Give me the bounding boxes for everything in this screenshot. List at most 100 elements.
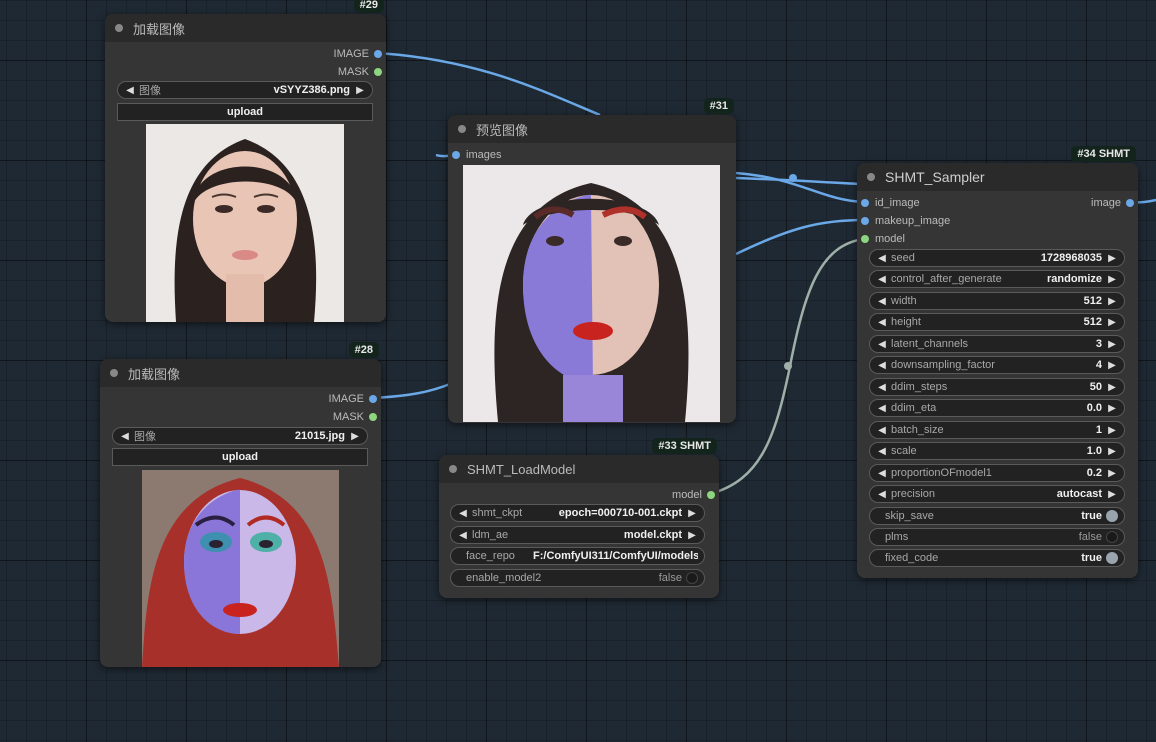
collapse-dot-icon[interactable] — [449, 465, 457, 473]
node-title-bar[interactable]: 加载图像 — [100, 359, 381, 387]
batch-size-widget[interactable]: ◀ batch_size 1 ▶ — [869, 421, 1125, 439]
arrow-left-icon[interactable]: ◀ — [457, 508, 469, 519]
image-combo-widget[interactable]: ◀ 图像 21015.jpg ▶ — [112, 427, 368, 445]
arrow-right-icon[interactable]: ▶ — [1106, 296, 1118, 307]
slot-dot-icon[interactable] — [861, 199, 869, 207]
toggle-knob-icon[interactable] — [1106, 552, 1118, 564]
ldm-ae-widget[interactable]: ◀ ldm_ae model.ckpt ▶ — [450, 526, 705, 544]
toggle-knob-icon[interactable] — [1106, 531, 1118, 543]
latent-channels-widget[interactable]: ◀ latent_channels 3 ▶ — [869, 335, 1125, 353]
slot-dot-icon[interactable] — [861, 235, 869, 243]
slot-dot-icon[interactable] — [374, 68, 382, 76]
widget-value: F:/ComfyUI311/ComfyUI/models/S — [533, 550, 698, 562]
arrow-right-icon[interactable]: ▶ — [686, 508, 698, 519]
seed-widget[interactable]: ◀ seed 1728968035 ▶ — [869, 249, 1125, 267]
ddim-eta-widget[interactable]: ◀ ddim_eta 0.0 ▶ — [869, 399, 1125, 417]
arrow-right-icon[interactable]: ▶ — [1106, 468, 1118, 479]
node-title-bar[interactable]: SHMT_LoadModel — [439, 455, 719, 483]
shmt-ckpt-widget[interactable]: ◀ shmt_ckpt epoch=000710-001.ckpt ▶ — [450, 504, 705, 522]
arrow-right-icon[interactable]: ▶ — [354, 85, 366, 96]
scale-widget[interactable]: ◀ scale 1.0 ▶ — [869, 442, 1125, 460]
node-title: 加载图像 — [133, 21, 186, 37]
arrow-left-icon[interactable]: ◀ — [876, 425, 888, 436]
output-slot-mask[interactable]: MASK — [338, 65, 382, 79]
width-widget[interactable]: ◀ width 512 ▶ — [869, 292, 1125, 310]
height-widget[interactable]: ◀ height 512 ▶ — [869, 313, 1125, 331]
arrow-right-icon[interactable]: ▶ — [349, 431, 361, 442]
link-reroute-dot — [789, 174, 797, 182]
node-title-bar[interactable]: SHMT_Sampler — [857, 163, 1138, 191]
collapse-dot-icon[interactable] — [458, 125, 466, 133]
control-after-generate-widget[interactable]: ◀ control_after_generate randomize ▶ — [869, 270, 1125, 288]
collapse-dot-icon[interactable] — [115, 24, 123, 32]
arrow-right-icon[interactable]: ▶ — [1106, 403, 1118, 414]
arrow-left-icon[interactable]: ◀ — [876, 339, 888, 350]
arrow-right-icon[interactable]: ▶ — [1106, 425, 1118, 436]
arrow-right-icon[interactable]: ▶ — [1106, 489, 1118, 500]
load-image-node-29[interactable]: #29 加载图像 IMAGE MASK ◀ 图像 vSYYZ386.png ▶ … — [105, 0, 386, 322]
downsampling-factor-widget[interactable]: ◀ downsampling_factor 4 ▶ — [869, 356, 1125, 374]
arrow-left-icon[interactable]: ◀ — [876, 489, 888, 500]
preview-image-node-31[interactable]: #31 预览图像 images — [448, 98, 736, 423]
arrow-left-icon[interactable]: ◀ — [876, 403, 888, 414]
input-slot-id-image[interactable]: id_image — [861, 196, 920, 210]
output-slot-image[interactable]: image — [1091, 196, 1134, 210]
shmt-loadmodel-node-33[interactable]: #33 SHMT SHMT_LoadModel model ◀ shmt_ckp… — [439, 438, 719, 598]
arrow-right-icon[interactable]: ▶ — [1106, 382, 1118, 393]
plms-toggle[interactable]: plms false — [869, 528, 1125, 546]
slot-dot-icon[interactable] — [374, 50, 382, 58]
arrow-right-icon[interactable]: ▶ — [1106, 339, 1118, 350]
arrow-left-icon[interactable]: ◀ — [119, 431, 131, 442]
collapse-dot-icon[interactable] — [110, 369, 118, 377]
upload-button[interactable]: upload — [117, 103, 373, 121]
slot-dot-icon[interactable] — [452, 151, 460, 159]
slot-dot-icon[interactable] — [1126, 199, 1134, 207]
arrow-right-icon[interactable]: ▶ — [1106, 317, 1118, 328]
output-slot-image[interactable]: IMAGE — [329, 392, 377, 406]
node-title-bar[interactable]: 加载图像 — [105, 14, 386, 42]
arrow-left-icon[interactable]: ◀ — [876, 274, 888, 285]
enable-model2-toggle[interactable]: enable_model2 false — [450, 569, 705, 587]
arrow-left-icon[interactable]: ◀ — [876, 382, 888, 393]
toggle-knob-icon[interactable] — [1106, 510, 1118, 522]
arrow-left-icon[interactable]: ◀ — [457, 530, 469, 541]
output-slot-model[interactable]: model — [672, 488, 715, 502]
toggle-knob-icon[interactable] — [686, 572, 698, 584]
slot-dot-icon[interactable] — [707, 491, 715, 499]
arrow-left-icon[interactable]: ◀ — [876, 468, 888, 479]
arrow-left-icon[interactable]: ◀ — [876, 296, 888, 307]
face-repo-widget[interactable]: face_repo F:/ComfyUI311/ComfyUI/models/S — [450, 547, 705, 565]
arrow-left-icon[interactable]: ◀ — [876, 317, 888, 328]
proportion-of-model1-widget[interactable]: ◀ proportionOFmodel1 0.2 ▶ — [869, 464, 1125, 482]
output-slot-mask[interactable]: MASK — [333, 410, 377, 424]
skip-save-toggle[interactable]: skip_save true — [869, 507, 1125, 525]
load-image-node-28[interactable]: #28 加载图像 IMAGE MASK ◀ 图像 21015.jpg ▶ upl… — [100, 342, 381, 667]
arrow-left-icon[interactable]: ◀ — [876, 360, 888, 371]
input-slot-model[interactable]: model — [861, 232, 905, 246]
slot-dot-icon[interactable] — [369, 413, 377, 421]
slot-dot-icon[interactable] — [861, 217, 869, 225]
node-title-bar[interactable]: 预览图像 — [448, 115, 736, 143]
arrow-left-icon[interactable]: ◀ — [876, 446, 888, 457]
arrow-right-icon[interactable]: ▶ — [1106, 360, 1118, 371]
slot-dot-icon[interactable] — [369, 395, 377, 403]
arrow-right-icon[interactable]: ▶ — [1106, 274, 1118, 285]
collapse-dot-icon[interactable] — [867, 173, 875, 181]
arrow-right-icon[interactable]: ▶ — [686, 530, 698, 541]
upload-button[interactable]: upload — [112, 448, 368, 466]
input-slot-makeup-image[interactable]: makeup_image — [861, 214, 950, 228]
arrow-left-icon[interactable]: ◀ — [876, 253, 888, 264]
shmt-sampler-node-34[interactable]: #34 SHMT SHMT_Sampler id_image image mak… — [857, 146, 1138, 578]
image-combo-widget[interactable]: ◀ 图像 vSYYZ386.png ▶ — [117, 81, 373, 99]
fixed-code-toggle[interactable]: fixed_code true — [869, 549, 1125, 567]
ddim-steps-widget[interactable]: ◀ ddim_steps 50 ▶ — [869, 378, 1125, 396]
widget-label: ddim_steps — [891, 381, 948, 393]
arrow-left-icon[interactable]: ◀ — [124, 85, 136, 96]
node-id-badge: #29 — [353, 0, 384, 13]
input-slot-images[interactable]: images — [452, 148, 501, 162]
preview-result-image — [463, 165, 720, 422]
precision-widget[interactable]: ◀ precision autocast ▶ — [869, 485, 1125, 503]
arrow-right-icon[interactable]: ▶ — [1106, 446, 1118, 457]
output-slot-image[interactable]: IMAGE — [334, 47, 382, 61]
arrow-right-icon[interactable]: ▶ — [1106, 253, 1118, 264]
